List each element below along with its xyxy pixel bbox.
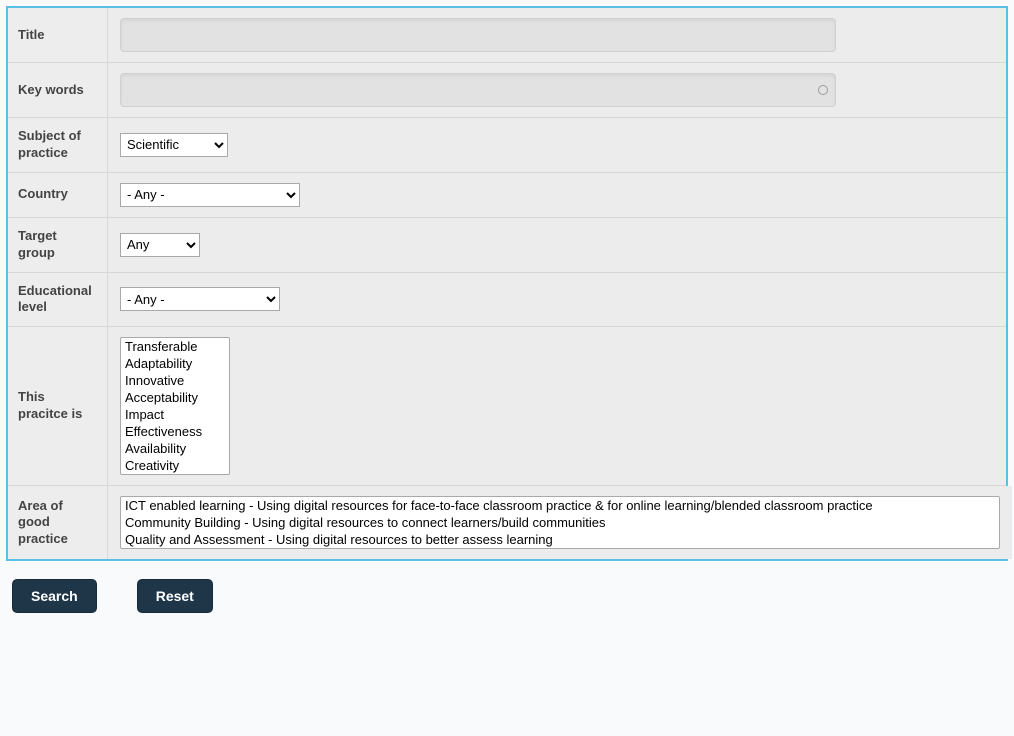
area-multiselect[interactable]: ICT enabled learning - Using digital res… [120, 496, 1000, 549]
label-title: Title [8, 8, 108, 62]
row-edu-level: Educational level - Any - [8, 273, 1006, 328]
subject-select[interactable]: Scientific [120, 133, 228, 157]
row-practice-is: This pracitce is TransferableAdaptabilit… [8, 327, 1006, 486]
button-row: Search Reset [6, 561, 1008, 613]
row-title: Title [8, 8, 1006, 63]
practice-is-multiselect[interactable]: TransferableAdaptabilityInnovativeAccept… [120, 337, 230, 475]
reset-button[interactable]: Reset [137, 579, 213, 613]
label-edu-level: Educational level [8, 273, 108, 327]
search-button[interactable]: Search [12, 579, 97, 613]
label-country: Country [8, 173, 108, 217]
label-keywords: Key words [8, 63, 108, 117]
label-subject: Subject of practice [8, 118, 108, 172]
title-input[interactable] [120, 18, 836, 52]
label-area: Area of good practice [8, 486, 108, 559]
row-country: Country - Any - [8, 173, 1006, 218]
label-practice-is: This pracitce is [8, 327, 108, 485]
label-target-group: Target group [8, 218, 108, 272]
edu-level-select[interactable]: - Any - [120, 287, 280, 311]
row-target-group: Target group Any [8, 218, 1006, 273]
row-area: Area of good practice ICT enabled learni… [8, 486, 1006, 559]
search-form-panel: Title Key words Subject of practice Scie… [6, 6, 1008, 561]
target-group-select[interactable]: Any [120, 233, 200, 257]
row-subject: Subject of practice Scientific [8, 118, 1006, 173]
keywords-input[interactable] [120, 73, 836, 107]
row-keywords: Key words [8, 63, 1006, 118]
country-select[interactable]: - Any - [120, 183, 300, 207]
